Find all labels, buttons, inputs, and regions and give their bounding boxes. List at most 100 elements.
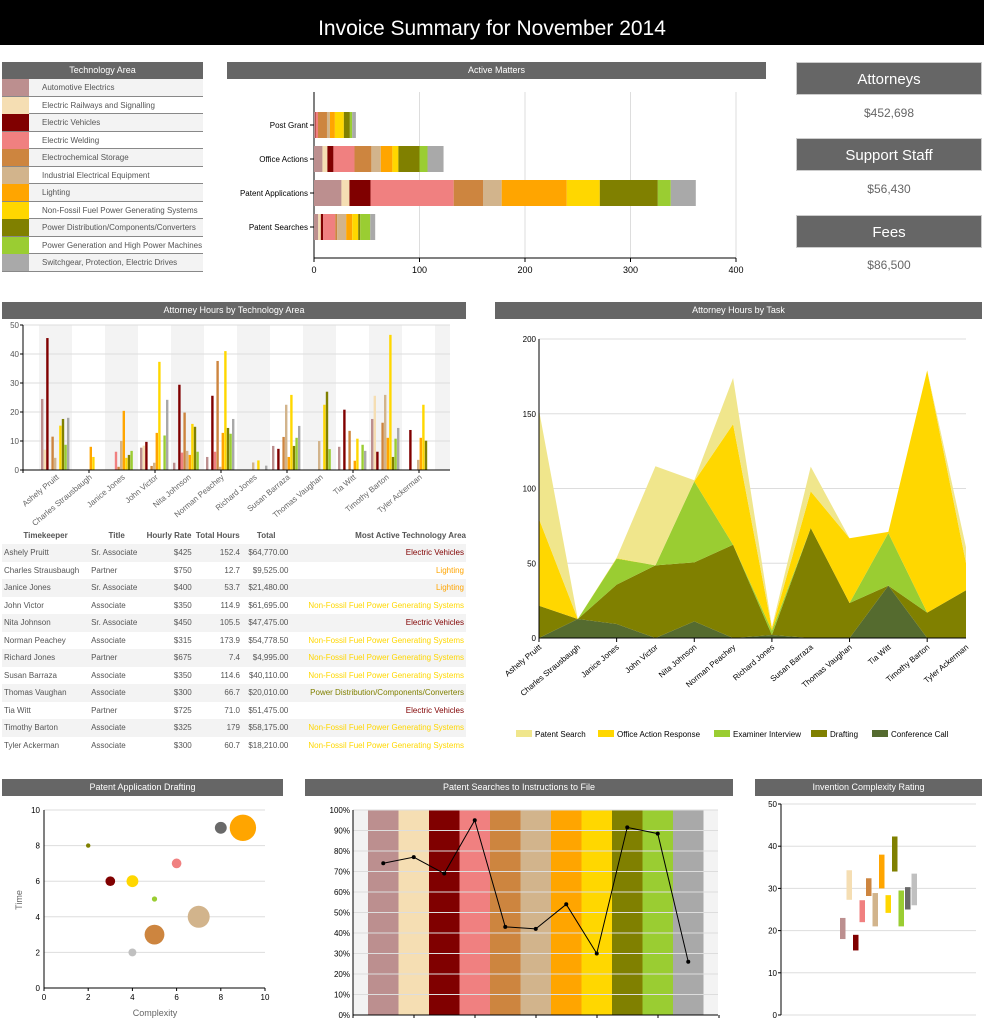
hours-cell: 12.7 [224, 565, 240, 575]
tech-area-cell: Electric Vehicles [290, 614, 466, 632]
total-cell: $9,525.00 [252, 565, 289, 575]
bar [140, 447, 143, 470]
table-row: John Victor Associate $350 114.9 $61,695.00 N… [2, 597, 466, 615]
column-header: Most Active Technology Area [355, 531, 466, 540]
table-row: Richard Jones Partner $675 7.4 $4,995.00 Non-… [2, 649, 466, 667]
legend-label: Office Action Response [617, 730, 701, 739]
y-tick-label: 30 [10, 379, 19, 388]
bar [394, 438, 397, 470]
bar [166, 399, 169, 470]
bar [290, 394, 293, 470]
y-tick-label: 150 [523, 410, 537, 419]
y-tick-label: 0 [36, 984, 41, 993]
bar-segment [327, 146, 334, 172]
y-tick-label: 6 [36, 877, 41, 886]
data-point [625, 825, 630, 830]
y-tick-label: 40 [10, 350, 19, 359]
bar [282, 436, 285, 470]
timekeeper-table: Timekeeper Title Hourly Rate Total Hours Tot… [2, 527, 466, 754]
hours-cell: 105.5 [193, 614, 242, 632]
bar [353, 460, 356, 470]
bar-segment [657, 180, 671, 206]
bar [391, 456, 395, 470]
bar [142, 445, 145, 470]
legend-label: Drafting [830, 730, 858, 739]
timekeeper-cell: Charles Strausbaugh [4, 565, 80, 575]
bar [356, 438, 359, 470]
bar-segment [346, 214, 353, 240]
bar [186, 450, 189, 470]
bar [61, 418, 65, 470]
range-bar [898, 890, 904, 927]
bar [183, 412, 186, 470]
bar-segment [354, 146, 372, 172]
bar [325, 391, 329, 470]
bar-segment [343, 112, 350, 138]
table-row: Ashely Pruitt Sr. Associate $425 152.4 $64,7… [2, 544, 466, 562]
y-tick-label: 50 [527, 559, 536, 568]
rate-cell: $725 [173, 705, 192, 715]
bar [120, 441, 123, 470]
column-header: Total Hours [195, 531, 240, 540]
tech-area-cell: Power Distribution/Components/Converters [290, 684, 466, 702]
x-axis-label: Complexity [133, 1008, 178, 1018]
bar [155, 432, 158, 470]
hours-cell: 60.7 [224, 740, 240, 750]
bar-segment [358, 214, 361, 240]
bar [193, 426, 197, 470]
y-tick-label: 10% [334, 991, 350, 1000]
y-tick-label: 50 [768, 800, 777, 809]
range-bar [879, 854, 885, 889]
bar-segment [326, 112, 330, 138]
bar [386, 437, 389, 470]
title-cell: Associate [89, 719, 145, 737]
timekeeper-cell: Thomas Vaughan [2, 684, 90, 702]
y-tick-label: 80% [334, 847, 350, 856]
timekeeper-cell: Richard Jones [2, 649, 90, 667]
bar [389, 334, 392, 470]
bar [419, 437, 422, 470]
x-tick-label: 6 [174, 993, 179, 1002]
range-bar [866, 878, 872, 896]
category-label: Patent Searches [249, 223, 308, 232]
hours-cell: 53.7 [193, 579, 242, 597]
x-tick-label: 4 [130, 993, 135, 1002]
tech-area-cell: Non-Fossil Fuel Power Generating Systems [308, 600, 464, 610]
x-tick-label: 200 [517, 265, 532, 275]
tech-area-cell: Non-Fossil Fuel Power Generating Systems [290, 649, 466, 667]
bar [92, 456, 95, 470]
band [237, 325, 270, 470]
x-tick-label: Charles Strausbaugh [30, 473, 93, 528]
bar [191, 423, 194, 470]
y-tick-label: 70% [334, 868, 350, 877]
legend-swatch [598, 730, 614, 737]
data-point [442, 871, 447, 876]
timekeeper-cell: Ashely Pruitt [2, 544, 90, 562]
bubble [187, 905, 210, 928]
bar [424, 440, 428, 470]
data-point [655, 831, 660, 836]
bar [295, 437, 298, 470]
title-cell: Partner [91, 705, 118, 715]
legend-swatch [516, 730, 532, 737]
bar [298, 425, 301, 470]
bar [272, 445, 275, 470]
bar [292, 445, 296, 470]
bar [153, 462, 156, 470]
bar-segment [318, 112, 327, 138]
bar-segment [318, 214, 321, 240]
range-bar [905, 887, 911, 910]
bubble [171, 858, 182, 869]
title-cell: Associate [91, 740, 126, 750]
bar [373, 395, 376, 470]
bar [224, 351, 227, 470]
rate-cell: $350 [173, 600, 192, 610]
category-label: Post Grant [270, 121, 309, 130]
bar [46, 338, 49, 470]
attorneys-header: Attorneys [796, 62, 982, 95]
title-cell: Partner [91, 565, 118, 575]
bar-segment [349, 112, 353, 138]
bar [221, 432, 224, 470]
support-staff-header: Support Staff [796, 138, 982, 171]
table-row: Tyler Ackerman Associate $300 60.7 $18,210.0… [2, 737, 466, 755]
